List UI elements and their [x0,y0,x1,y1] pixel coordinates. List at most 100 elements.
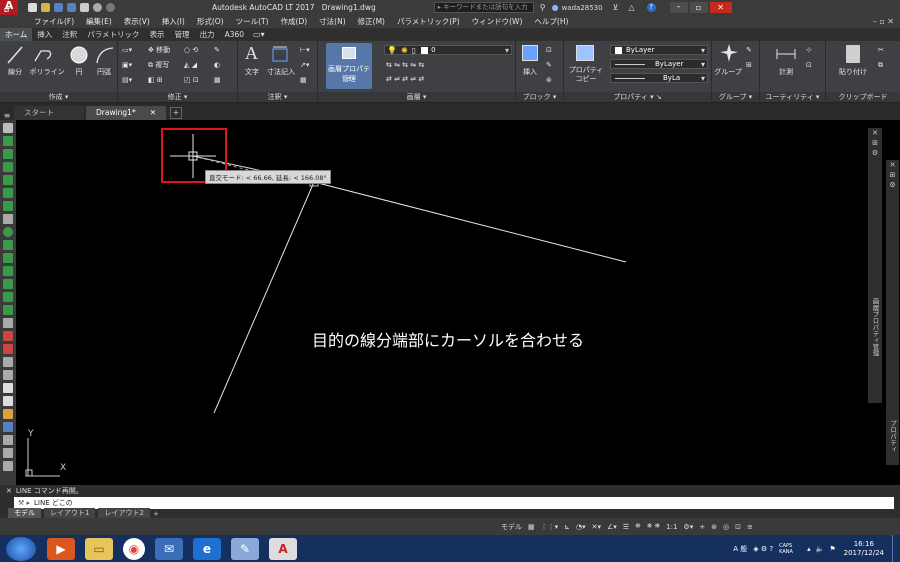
text-icon[interactable]: A [245,43,258,64]
drawing-canvas[interactable]: Y X 直交モード: < 66.66, 延長: < 166.08° 目的の線分端… [16,120,868,485]
modify-tool-icon[interactable] [3,409,13,419]
menu-parametric[interactable]: パラメトリック(P) [397,16,460,27]
line-segment-2[interactable] [313,181,627,263]
tab-annotate[interactable]: 注釈 [57,28,82,41]
help-icon[interactable]: ? [646,3,656,12]
command-wrench-icon[interactable]: ⚒ ▸ [18,499,30,507]
app-logo[interactable]: A LT [0,0,18,15]
menu-modify[interactable]: 修正(M) [358,16,385,27]
menu-format[interactable]: 形式(O) [197,16,224,27]
circle-icon[interactable] [69,45,89,65]
linetype-dropdown[interactable]: ByLayer ▾ [610,59,708,69]
menu-tools[interactable]: ツール(T) [236,16,269,27]
minimize-button[interactable]: – [669,2,688,13]
stretch-tool[interactable]: ◧ ⊞ [148,76,163,85]
hatch-tool-icon[interactable] [3,331,13,341]
group-icon[interactable] [720,43,738,63]
region-tool-icon[interactable] [3,357,13,367]
paste-button[interactable]: 貼り付け [832,68,874,77]
scale-value[interactable]: 1:1 [666,523,677,531]
layer-properties-button[interactable]: 画層プロパティ 管理 [326,43,372,89]
select-all-icon[interactable]: ⊡ [806,61,812,70]
show-desktop-button[interactable] [892,535,900,562]
start-button[interactable] [6,536,36,561]
line-button[interactable]: 線分 [2,68,28,77]
autocad-taskbar-icon[interactable]: A [269,537,297,560]
xline-tool-icon[interactable] [3,136,13,146]
table-icon[interactable]: ▦ [300,76,307,85]
table-tool-icon[interactable] [3,370,13,380]
plus-icon[interactable]: + [699,523,705,531]
menu-insert[interactable]: 挿入(I) [162,16,185,27]
match-properties-label2[interactable]: コピー [564,75,608,84]
line-segment-1[interactable] [213,181,315,414]
dimension-icon[interactable] [271,45,289,63]
properties-palette-controls[interactable]: ✕ ⊞ ⚙ [886,160,899,190]
polyline-tool-icon[interactable] [3,162,13,172]
layer-dropdown[interactable]: 💡 ✺ ▯ 0 ▾ [384,45,512,55]
dtext-tool-icon[interactable] [3,396,13,406]
layer-tools-row1[interactable]: ⇆ ⇋ ⇆ ⇋ ⇆ [386,61,424,70]
match-properties-icon[interactable] [576,45,594,61]
panel-block-label[interactable]: ブロック ▾ [516,92,563,102]
menu-dimension[interactable]: 寸法(N) [319,16,345,27]
match-properties-label[interactable]: プロパティ [564,66,608,75]
line-icon[interactable] [6,45,24,65]
search-icon[interactable]: ⚲ [540,3,546,12]
line-tool-icon[interactable] [3,123,13,133]
ie-icon[interactable]: e [193,537,221,560]
tab-parametric[interactable]: パラメトリック [82,28,144,41]
measure-button[interactable]: 計測 [770,68,802,77]
properties-palette[interactable]: ✕ ⊞ ⚙ プロパティ [886,160,899,465]
chrome-icon[interactable]: ◉ [123,537,145,560]
media-player-icon[interactable]: ▶ [47,537,75,560]
polyline-button[interactable]: ポリライン [28,68,66,77]
polygon-tool-icon[interactable] [3,175,13,185]
color-dropdown[interactable]: ByLayer ▾ [610,45,708,55]
panel-layers-label[interactable]: 画層 ▾ [318,92,515,102]
tab-layout2[interactable]: レイアウト2 [98,508,150,518]
rect-tool-icon[interactable] [3,188,13,198]
tab-insert[interactable]: 挿入 [32,28,57,41]
erase-tool[interactable]: ✎ [214,46,220,55]
user-icon[interactable]: ● [552,3,559,12]
polyline-icon[interactable] [33,45,55,65]
a360-icon[interactable]: △ [628,3,634,12]
menu-toggle-icon[interactable]: ≡ [0,111,14,120]
volume-icon[interactable]: 🔈 [816,545,825,553]
close-tab-icon[interactable]: ✕ [150,106,156,120]
panel-modify-label[interactable]: 修正 ▾ [118,92,237,102]
copy-clip-icon[interactable]: ⧉ [878,61,883,70]
rotate-tool[interactable]: ○ ⟲ [184,46,198,55]
offset-tool[interactable]: ◐ [214,61,220,70]
search-box[interactable]: ▸ キーワードまたは語句を入力 [433,2,534,13]
panel-groups-label[interactable]: グループ ▾ [712,92,759,102]
menu-window[interactable]: ウィンドウ(W) [472,16,523,27]
ellipse-arc-tool-icon[interactable] [3,279,13,289]
explorer-icon[interactable]: ▭ [85,537,113,560]
units-icon[interactable]: ⊛ [711,523,717,531]
panel-annotation-label[interactable]: 注釈 ▾ [238,92,317,102]
arc-icon[interactable] [95,45,115,65]
copy-tool[interactable]: ⧉ 複写 [148,61,169,70]
create-block-icon[interactable]: ⊡ [546,46,552,55]
gradient-tool-icon[interactable] [3,344,13,354]
settings-icon[interactable]: ⚙▾ [683,523,693,531]
thunderbird-icon[interactable]: ✉ [155,537,183,560]
panel-clipboard-label[interactable]: クリップボード [826,92,900,102]
measure-icon[interactable] [776,47,796,61]
menu-edit[interactable]: 編集(E) [86,16,112,27]
cut-icon[interactable]: ✂ [878,46,884,55]
zoom-tool-icon[interactable] [3,422,13,432]
scale-tool[interactable]: ◰ ⊡ [184,76,199,85]
ribbon-toggle-icon[interactable]: ▭▾ [253,30,265,39]
doc-window-controls[interactable]: – ▫ ✕ [873,17,894,26]
customize-icon[interactable]: ≡ [747,523,753,531]
paint-icon[interactable]: ✎ [231,537,259,560]
user-name[interactable]: wada28530 [562,4,603,12]
paste-icon[interactable] [846,45,860,63]
arc-button[interactable]: 円弧 [92,68,116,77]
ungroup-icon[interactable]: ✎ [746,46,752,55]
panel-utilities-label[interactable]: ユーティリティ ▾ [760,92,825,102]
menu-draw[interactable]: 作成(D) [281,16,308,27]
